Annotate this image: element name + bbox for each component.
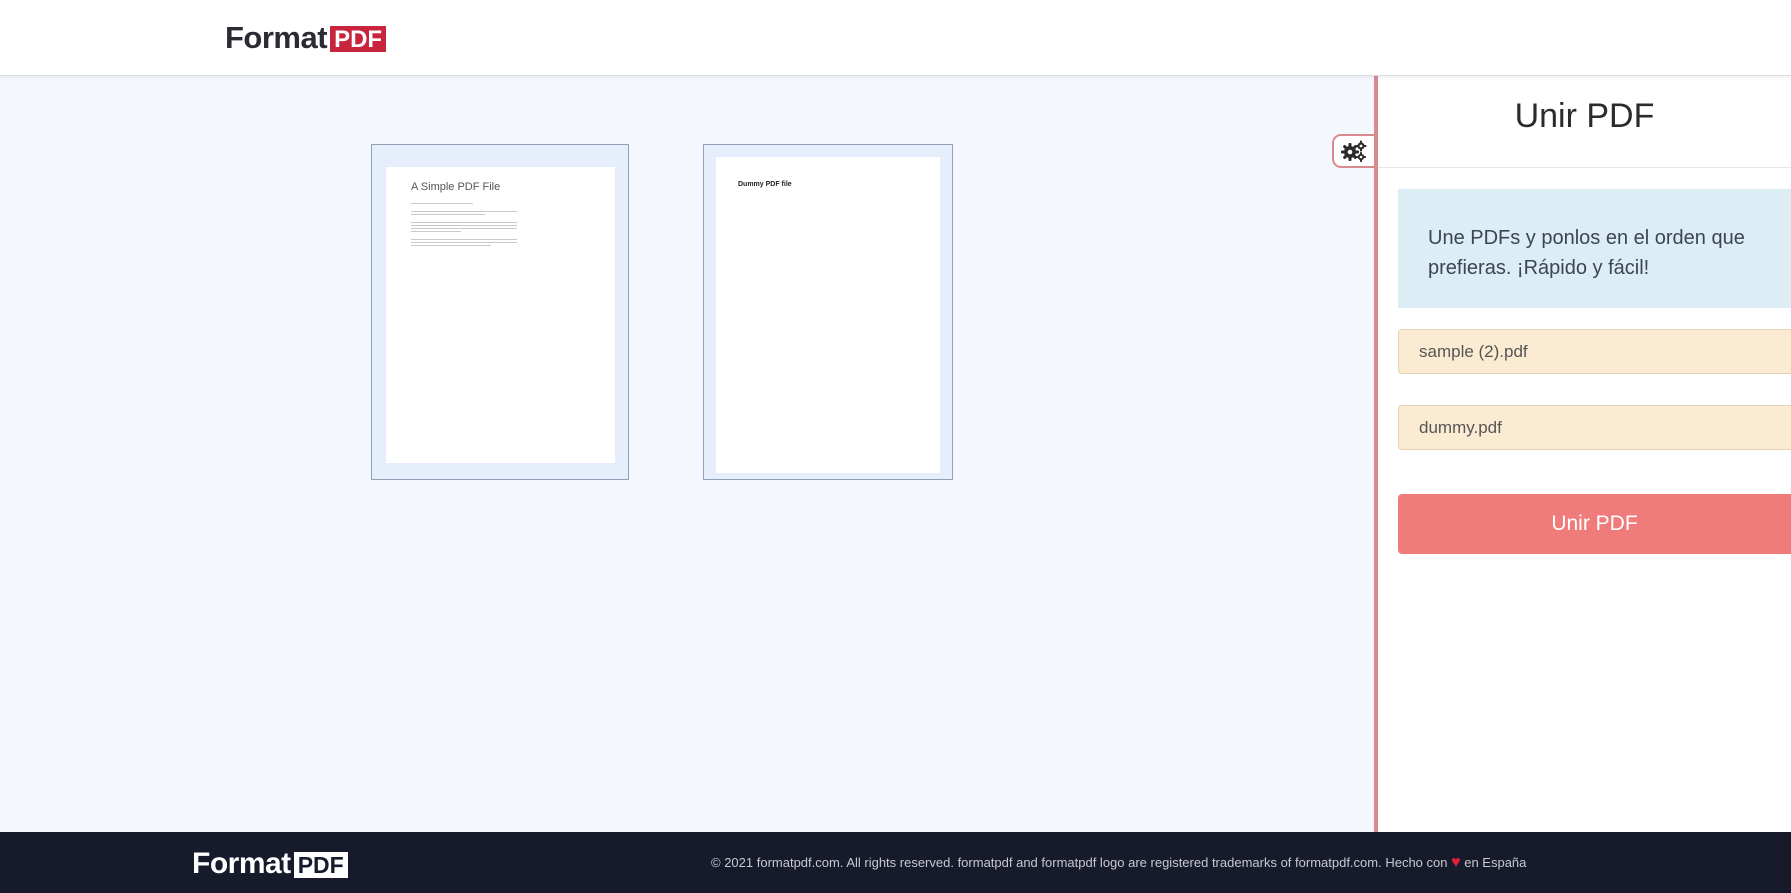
footer-logo[interactable]: Format PDF bbox=[192, 847, 348, 881]
pdf-page-title: Dummy PDF file bbox=[738, 181, 792, 188]
site-footer: Format PDF © 2021 formatpdf.com. All rig… bbox=[0, 832, 1791, 893]
pdf-page-preview: A Simple PDF File bbox=[386, 167, 615, 463]
header-logo[interactable]: Format PDF bbox=[225, 20, 387, 56]
pdf-page-title: A Simple PDF File bbox=[411, 181, 501, 193]
panel-title: Unir PDF bbox=[1514, 97, 1655, 135]
copyright-text: © 2021 formatpdf.com. All rights reserve… bbox=[711, 854, 1526, 872]
copyright-suffix: en España bbox=[1464, 855, 1527, 870]
site-header: Format PDF bbox=[0, 0, 1791, 76]
logo-word: Format bbox=[192, 847, 291, 880]
pdf-thumbnail-2[interactable]: Dummy PDF file bbox=[703, 144, 953, 480]
file-item[interactable]: dummy.pdf bbox=[1398, 405, 1791, 450]
logo-badge: PDF bbox=[293, 852, 348, 878]
logo-badge: PDF bbox=[330, 26, 387, 52]
copyright-prefix: © 2021 formatpdf.com. All rights reserve… bbox=[711, 855, 1448, 870]
pdf-page-preview: Dummy PDF file bbox=[716, 157, 940, 473]
logo-word: Format bbox=[225, 20, 328, 55]
workspace: A Simple PDF File Dummy PDF file bbox=[0, 75, 1374, 832]
settings-toggle-button[interactable] bbox=[1332, 134, 1374, 168]
heart-icon: ♥ bbox=[1451, 854, 1461, 871]
panel-separator bbox=[1378, 167, 1791, 168]
file-item[interactable]: sample (2).pdf bbox=[1398, 329, 1791, 374]
info-text: Une PDFs y ponlos en el orden que prefie… bbox=[1428, 227, 1745, 279]
pdf-thumbnail-1[interactable]: A Simple PDF File bbox=[371, 144, 629, 480]
merge-panel: Unir PDF Une PDFs y ponlos en el orden q… bbox=[1378, 75, 1791, 832]
gears-icon bbox=[1341, 140, 1367, 162]
info-box: Une PDFs y ponlos en el orden que prefie… bbox=[1398, 189, 1791, 308]
merge-pdf-button[interactable]: Unir PDF bbox=[1398, 494, 1791, 554]
